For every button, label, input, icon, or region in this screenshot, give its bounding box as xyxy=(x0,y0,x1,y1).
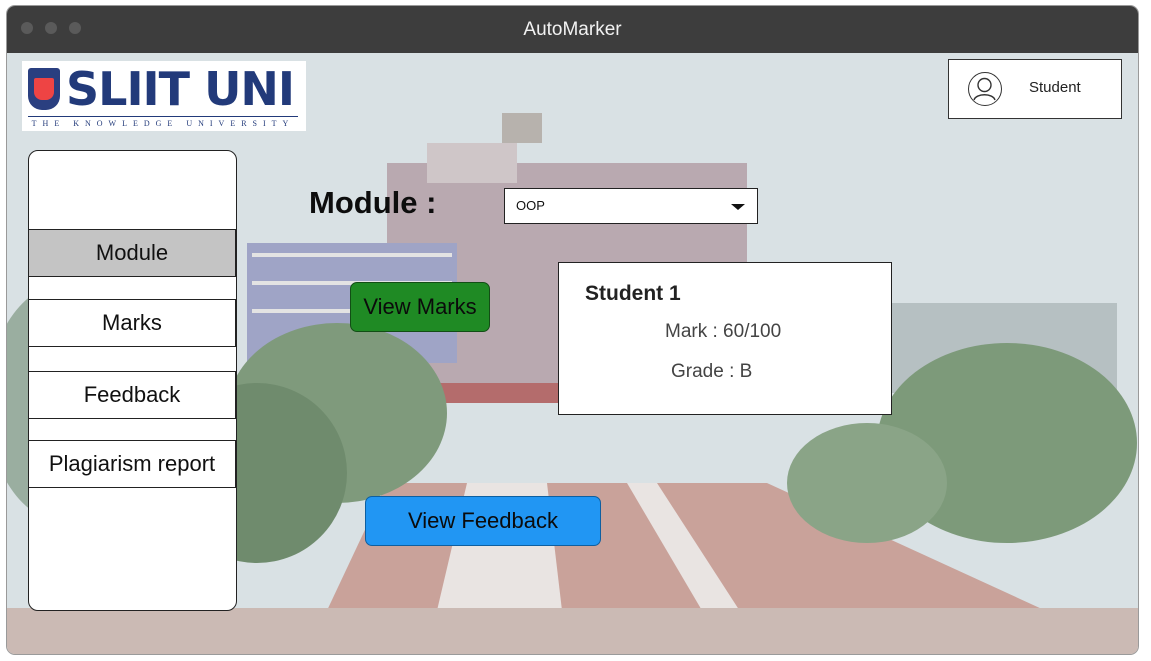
crest-icon xyxy=(28,68,60,110)
module-label: Module : xyxy=(309,185,437,220)
app-window: AutoMarker SLIIT UNI THE KNOWLEDGE UNIVE… xyxy=(7,6,1138,654)
student-mark: Mark : 60/100 xyxy=(665,321,782,342)
student-grade: Grade : B xyxy=(671,361,753,382)
sidebar-item-module[interactable]: Module xyxy=(28,229,236,277)
user-label: Student xyxy=(1029,79,1081,96)
sidebar-item-plagiarism-report[interactable]: Plagiarism report xyxy=(28,440,236,488)
marks-result-card: Student 1 Mark : 60/100 Grade : B xyxy=(558,262,892,415)
title-bar: AutoMarker xyxy=(7,6,1138,53)
module-select[interactable]: OOP xyxy=(504,188,758,224)
view-feedback-button[interactable]: View Feedback xyxy=(365,496,601,546)
user-profile-button[interactable]: Student xyxy=(948,59,1122,119)
student-name: Student 1 xyxy=(585,282,681,305)
main-content: SLIIT UNI THE KNOWLEDGE UNIVERSITY Stude… xyxy=(7,53,1138,654)
sidebar-item-marks[interactable]: Marks xyxy=(28,299,236,347)
sidebar: Module Marks Feedback Plagiarism report xyxy=(28,150,237,611)
logo-tagline: THE KNOWLEDGE UNIVERSITY xyxy=(28,116,298,128)
module-select-value: OOP xyxy=(516,198,545,213)
university-logo: SLIIT UNI THE KNOWLEDGE UNIVERSITY xyxy=(22,61,306,131)
sidebar-item-feedback[interactable]: Feedback xyxy=(28,371,236,419)
view-marks-button[interactable]: View Marks xyxy=(350,282,490,332)
user-icon xyxy=(968,72,1002,106)
chevron-down-icon xyxy=(731,204,745,210)
logo-wordmark: SLIIT UNI xyxy=(66,62,295,116)
window-title: AutoMarker xyxy=(523,19,622,40)
